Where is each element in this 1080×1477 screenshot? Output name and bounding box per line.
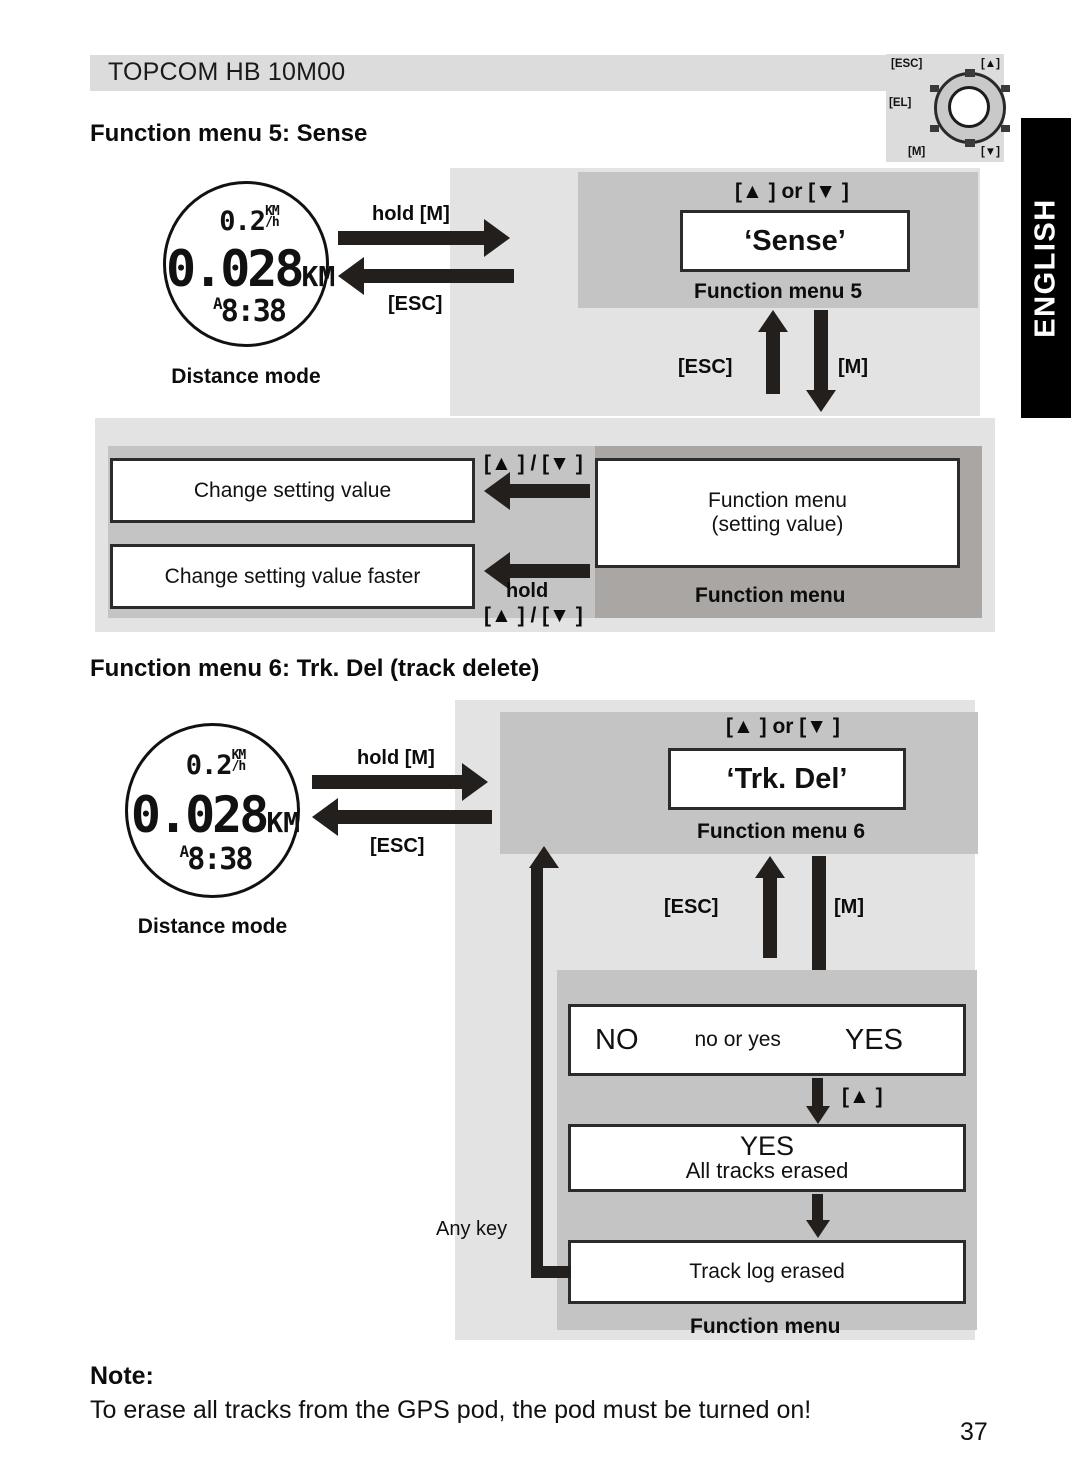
trkdel-bottom-caption: Function menu xyxy=(690,1315,841,1338)
trkdel-updown-label: [▲ ] or [▼ ] xyxy=(726,715,840,738)
trkdel-menu-box-label: ‘Trk. Del’ xyxy=(726,762,848,795)
track-log-erased-box: Track log erased xyxy=(568,1240,966,1304)
confirm-title-label: YES xyxy=(739,1131,795,1161)
language-tab-label: ENGLISH xyxy=(1029,198,1062,338)
choice-no-label: NO xyxy=(595,1023,639,1056)
trkdel-m-label: [M] xyxy=(834,896,864,918)
dial-down-label: [▼] xyxy=(980,146,1000,158)
bezel-ring-icon xyxy=(930,69,1010,147)
note-heading: Note: xyxy=(90,1362,154,1390)
trkdel-esc-label-left: [ESC] xyxy=(370,835,425,857)
sense-hold-updown-label: [▲ ] / [▼ ] xyxy=(484,604,583,627)
lcd2-speed: 0.2KM/h xyxy=(185,748,246,781)
lcd1-time: A8:38 xyxy=(213,294,287,329)
change-setting-value-faster-box: Change setting value faster xyxy=(110,544,475,609)
sense-esc-label: [ESC] xyxy=(678,356,733,378)
trkdel-menu-caption: Function menu 6 xyxy=(697,820,865,843)
sense-m-label: [M] xyxy=(838,356,868,378)
manual-page: TOPCOM HB 10M00 ENGLISH [ESC] [▲] [EL] [… xyxy=(0,0,1080,1477)
section-title-6: Function menu 6: Trk. Del (track delete) xyxy=(90,655,540,682)
confirm-up-key-label: [▲ ] xyxy=(842,1085,883,1108)
anykey-loop-arrowhead xyxy=(529,846,559,868)
dial-m-label: [M] xyxy=(908,146,926,158)
sense-setting-caption: Function menu xyxy=(695,584,846,607)
confirm-sub-label: All tracks erased xyxy=(685,1158,849,1183)
lcd1-distance: 0.028KM xyxy=(166,240,336,298)
track-log-erased-label: Track log erased xyxy=(689,1260,845,1284)
confirm-erased-box: YES All tracks erased xyxy=(568,1124,966,1192)
function-menu-setting-label: Function menu (setting value) xyxy=(708,489,847,536)
sense-hold-label: hold xyxy=(506,580,549,602)
sense-hold-m-label: hold [M] xyxy=(372,203,450,225)
lcd-display-1: 0.2KM/h 0.028KM A8:38 xyxy=(163,181,336,347)
page-number: 37 xyxy=(960,1418,988,1446)
no-yes-choice-box: NO no or yes YES xyxy=(568,1004,966,1076)
sense-menu-box-label: ‘Sense’ xyxy=(744,224,846,257)
note-body: To erase all tracks from the GPS pod, th… xyxy=(90,1396,812,1424)
lcd2-caption: Distance mode xyxy=(137,915,288,938)
dial-el-label: [EL] xyxy=(889,97,912,109)
choice-prompt-label: no or yes xyxy=(694,1028,781,1052)
sense-menu-caption: Function menu 5 xyxy=(694,280,862,303)
change-setting-value-label: Change setting value xyxy=(193,478,392,502)
lcd2-time: A8:38 xyxy=(179,842,254,877)
section-title-5: Function menu 5: Sense xyxy=(90,120,368,147)
sense-menu-box: ‘Sense’ xyxy=(680,210,910,272)
dial-up-label: [▲] xyxy=(980,58,1000,70)
dial-esc-label: [ESC] xyxy=(891,58,923,70)
lcd1-speed: 0.2KM/h xyxy=(219,204,279,237)
anykey-loop-v xyxy=(531,866,543,1278)
trkdel-menu-box: ‘Trk. Del’ xyxy=(668,748,906,810)
function-menu-setting-box: Function menu (setting value) xyxy=(595,458,960,568)
change-setting-value-box: Change setting value xyxy=(110,458,475,523)
trkdel-hold-m-label: hold [M] xyxy=(357,747,435,769)
lcd-display-2: 0.2KM/h 0.028KM A8:38 xyxy=(125,723,300,898)
any-key-label: Any key xyxy=(436,1218,508,1240)
choice-yes-label: YES xyxy=(844,1023,903,1056)
watch-bezel-icon: [ESC] [▲] [EL] [M] [▼] xyxy=(886,54,1010,162)
lcd2-distance: 0.028KM xyxy=(130,786,301,844)
page-title: TOPCOM HB 10M00 xyxy=(108,58,346,86)
sense-updown-label: [▲ ] or [▼ ] xyxy=(735,180,849,203)
lcd1-caption: Distance mode xyxy=(171,365,321,388)
sense-esc-label-left: [ESC] xyxy=(388,293,443,315)
language-tab: ENGLISH xyxy=(1021,118,1071,418)
trkdel-esc-label: [ESC] xyxy=(664,896,719,918)
change-setting-value-faster-label: Change setting value faster xyxy=(164,564,421,588)
